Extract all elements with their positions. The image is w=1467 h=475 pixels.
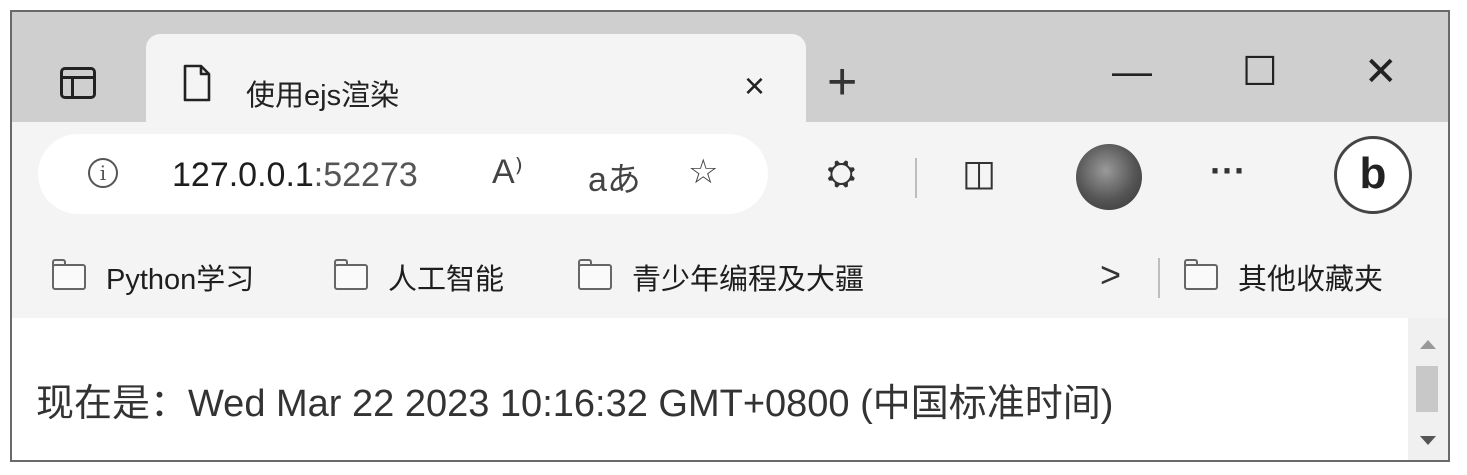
tab-title: 使用ejs渲染 (246, 80, 400, 112)
tab-actions-button[interactable] (52, 62, 104, 104)
scrollbar[interactable] (1408, 318, 1448, 460)
split-screen-icon[interactable]: ◫ (962, 152, 996, 194)
bing-icon[interactable]: b (1334, 136, 1412, 214)
tab-strip: 使用ejs渲染 × + — ☐ ✕ (12, 12, 1448, 126)
bookmark-folder[interactable]: Python学习 (52, 256, 254, 298)
tab-actions-icon (60, 67, 96, 99)
favorites-bar: Python学习 人工智能 青少年编程及大疆 > 其他收藏夹 (12, 238, 1448, 320)
bookmark-folder[interactable]: 人工智能 (334, 256, 504, 298)
active-tab[interactable]: 使用ejs渲染 × (146, 34, 806, 126)
url-host: 127.0.0.1 (172, 156, 314, 194)
bookmark-label: 人工智能 (388, 264, 505, 296)
bing-glyph: b (1359, 149, 1387, 198)
translate-icon[interactable]: aあ (588, 152, 641, 201)
folder-icon (1184, 259, 1218, 290)
chevron-right-icon[interactable]: > (1100, 254, 1121, 296)
address-bar[interactable]: i 127.0.0.1:52273 A⁾ aあ ☆ (38, 134, 768, 214)
folder-icon (334, 259, 368, 290)
scroll-up-arrow-icon[interactable] (1420, 340, 1436, 349)
current-time-text: 现在是：Wed Mar 22 2023 10:16:32 GMT+0800 (中… (36, 383, 1114, 425)
page-content: 现在是：Wed Mar 22 2023 10:16:32 GMT+0800 (中… (12, 318, 1448, 460)
url-text[interactable]: 127.0.0.1:52273 (172, 156, 418, 195)
toolbar-divider (915, 158, 917, 198)
close-window-button[interactable]: ✕ (1364, 52, 1398, 92)
add-favorite-icon[interactable]: ☆ (688, 152, 718, 192)
folder-icon (52, 259, 86, 290)
profile-avatar[interactable] (1076, 144, 1142, 210)
more-menu-icon[interactable]: ··· (1210, 150, 1246, 192)
bookmark-folder[interactable]: 青少年编程及大疆 (578, 256, 864, 298)
browser-window: 使用ejs渲染 × + — ☐ ✕ i 127.0.0.1:52273 A⁾ a… (10, 10, 1450, 462)
bookmark-label: 青少年编程及大疆 (632, 264, 865, 296)
scrollbar-thumb[interactable] (1416, 366, 1438, 412)
other-favorites-label: 其他收藏夹 (1238, 264, 1384, 296)
toolbar: i 127.0.0.1:52273 A⁾ aあ ☆ ⛭ ◫ ··· b (12, 122, 1448, 242)
extensions-icon[interactable]: ⛭ (827, 152, 856, 195)
read-aloud-icon[interactable]: A⁾ (492, 152, 523, 192)
tab-close-icon[interactable]: × (744, 68, 765, 104)
folder-icon (578, 259, 612, 290)
minimize-button[interactable]: — (1112, 52, 1152, 92)
bookmark-label: Python学习 (106, 264, 255, 296)
scroll-down-arrow-icon[interactable] (1420, 436, 1436, 445)
maximize-button[interactable]: ☐ (1242, 52, 1278, 92)
page-icon (183, 64, 211, 102)
new-tab-button[interactable]: + (827, 56, 857, 108)
site-info-icon[interactable]: i (88, 158, 118, 188)
url-port: :52273 (313, 156, 418, 194)
favorites-divider (1158, 258, 1160, 298)
other-favorites-folder[interactable]: 其他收藏夹 (1184, 256, 1383, 298)
